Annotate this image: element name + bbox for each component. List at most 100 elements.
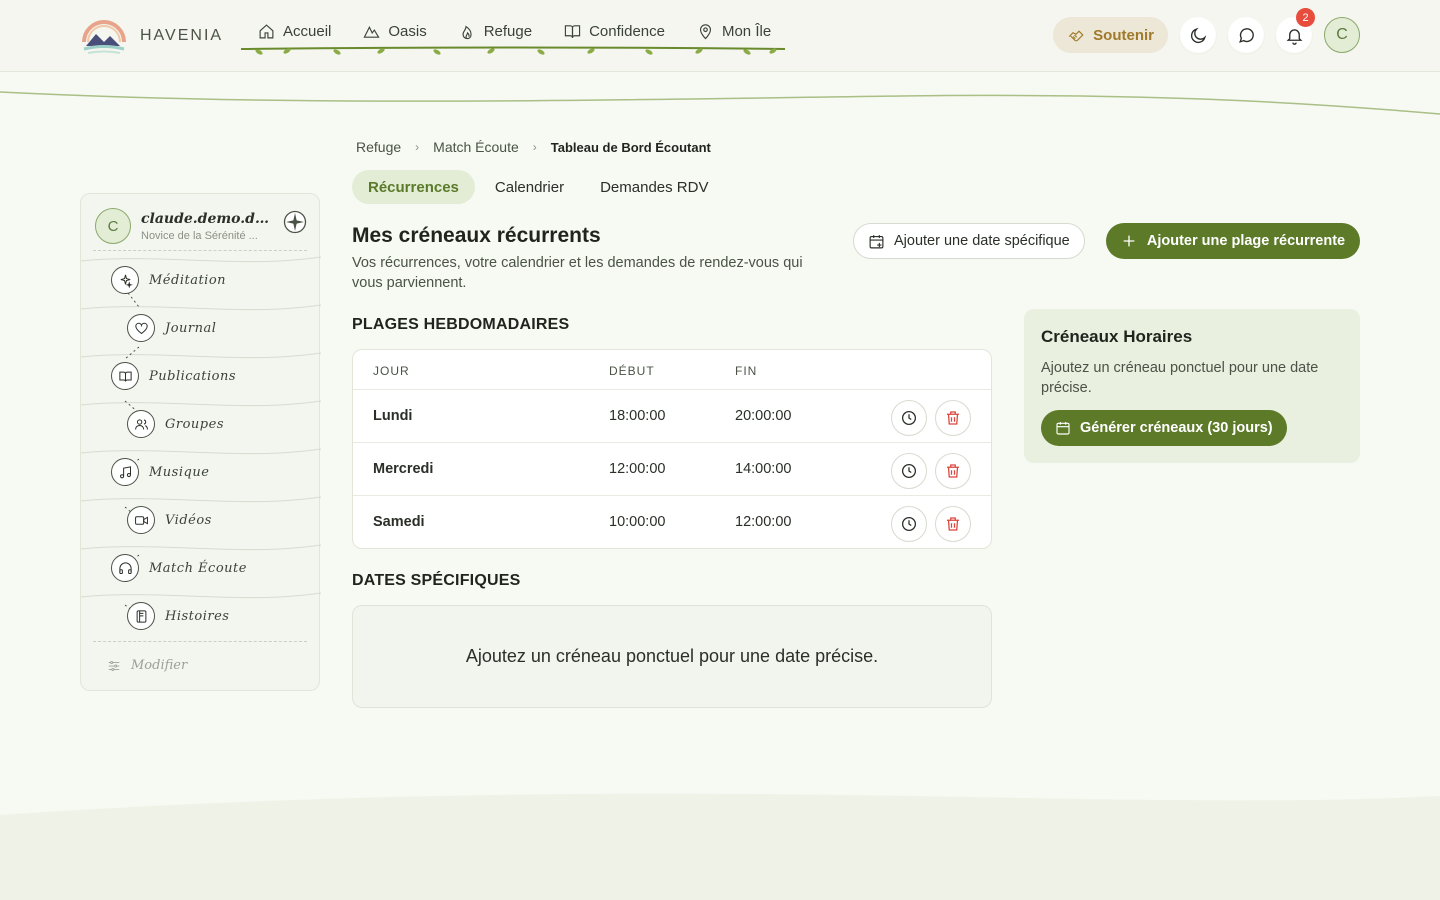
modify-label: Modifier — [131, 658, 188, 673]
heart-icon — [127, 314, 155, 342]
nav-item-label: Oasis — [388, 22, 427, 40]
users-icon — [127, 410, 155, 438]
avatar: C — [95, 208, 131, 244]
brand-name: HAVENIA — [140, 27, 224, 44]
add-specific-date-label: Ajouter une date spécifique — [894, 233, 1070, 249]
havenia-logo-icon — [82, 20, 126, 54]
sidebar-item-label: Match Écoute — [149, 560, 247, 576]
page-description: Vos récurrences, votre calendrier et les… — [352, 255, 803, 291]
weekly-slots-table: JOUR DÉBUT FIN Lundi 18:00:00 20:00:00 M… — [352, 349, 992, 549]
clock-icon — [901, 410, 917, 426]
sidebar-item-meditation[interactable]: Méditation — [111, 266, 226, 294]
add-specific-date-button[interactable]: Ajouter une date spécifique — [853, 223, 1085, 259]
support-button[interactable]: Soutenir — [1053, 17, 1168, 53]
nav-item-label: Refuge — [483, 22, 533, 40]
plus-icon — [1123, 235, 1135, 247]
table-row: Mercredi 12:00:00 14:00:00 — [353, 443, 991, 496]
delete-slot-button[interactable] — [935, 506, 971, 542]
dashboard-tabs: Récurrences Calendrier Demandes RDV — [352, 170, 724, 204]
headphones-icon — [111, 554, 139, 582]
nav-item-label: Confidence — [589, 22, 665, 40]
row-start: 18:00:00 — [609, 408, 666, 424]
compass-icon[interactable] — [283, 210, 307, 234]
card-title: Créneaux Horaires — [1041, 327, 1193, 346]
tab-recurrences[interactable]: Récurrences — [352, 170, 475, 204]
nav-item-confidence[interactable]: Confidence — [548, 18, 681, 44]
notebook-icon — [127, 602, 155, 630]
edit-time-button[interactable] — [891, 453, 927, 489]
theme-toggle-button[interactable] — [1180, 17, 1216, 53]
sidebar-item-label: Journal — [165, 320, 217, 336]
column-header-start: DÉBUT — [609, 364, 655, 378]
footer-wave-decoration — [0, 793, 1440, 900]
sidebar-profile[interactable]: C claude.demo.des... Novice de la Séréni… — [95, 204, 307, 248]
delete-slot-button[interactable] — [935, 453, 971, 489]
sparkles-icon — [111, 266, 139, 294]
header-wave-decoration — [0, 91, 1440, 115]
sidebar-divider — [93, 641, 307, 642]
sliders-icon — [108, 660, 120, 671]
time-slots-card: Créneaux Horaires Ajoutez un créneau pon… — [1024, 309, 1360, 463]
generate-slots-button[interactable]: Générer créneaux (30 jours) — [1041, 410, 1287, 446]
calendar-plus-icon — [869, 234, 884, 248]
sidebar-item-videos[interactable]: Vidéos — [127, 506, 212, 534]
sidebar-item-musique[interactable]: Musique — [111, 458, 209, 486]
messages-button[interactable] — [1228, 17, 1264, 53]
nav-item-oasis[interactable]: Oasis — [347, 18, 442, 44]
clock-icon — [901, 463, 917, 479]
breadcrumb-item-match-ecoute[interactable]: Match Écoute — [433, 139, 519, 155]
top-navigation-bar: HAVENIA Accueil Oasis Refuge Confidence … — [0, 0, 1440, 72]
sidebar-item-label: Groupes — [165, 416, 224, 432]
nav-item-mon-ile[interactable]: Mon Île — [681, 18, 787, 44]
nav-vine-decoration — [241, 46, 785, 55]
sidebar-item-histoires[interactable]: Histoires — [127, 602, 229, 630]
music-icon — [111, 458, 139, 486]
trash-icon — [947, 517, 959, 531]
notifications-button[interactable]: 2 — [1276, 8, 1315, 53]
sidebar-item-label: Musique — [149, 464, 210, 480]
support-label: Soutenir — [1093, 26, 1154, 44]
message-circle-icon — [1238, 27, 1254, 43]
add-recurring-label: Ajouter une plage récurrente — [1146, 233, 1346, 249]
specific-dates-title: DATES SPÉCIFIQUES — [352, 572, 521, 589]
profile-level: Novice de la Sérénité ... — [141, 229, 258, 242]
breadcrumb: Refuge › Match Écoute › Tableau de Bord … — [356, 139, 711, 155]
notification-count-badge: 2 — [1296, 8, 1315, 27]
sidebar-item-groupes[interactable]: Groupes — [127, 410, 224, 438]
calendar-icon — [1056, 422, 1070, 435]
chevron-right-icon: › — [532, 140, 537, 154]
sidebar: C claude.demo.des... Novice de la Séréni… — [80, 193, 321, 691]
column-header-end: FIN — [735, 364, 758, 378]
sidebar-item-match-ecoute[interactable]: Match Écoute — [111, 554, 247, 582]
row-day: Lundi — [373, 408, 413, 424]
delete-slot-button[interactable] — [935, 400, 971, 436]
mountain-icon — [363, 25, 380, 38]
moon-icon — [1190, 27, 1206, 43]
edit-time-button[interactable] — [891, 400, 927, 436]
video-icon — [127, 506, 155, 534]
row-day: Mercredi — [373, 461, 434, 477]
add-recurring-slot-button[interactable]: Ajouter une plage récurrente — [1106, 223, 1360, 259]
table-header: JOUR DÉBUT FIN — [353, 350, 991, 390]
brand-logo[interactable]: HAVENIA — [80, 16, 223, 56]
edit-time-button[interactable] — [891, 506, 927, 542]
sidebar-item-journal[interactable]: Journal — [127, 314, 216, 342]
breadcrumb-item-refuge[interactable]: Refuge — [356, 139, 401, 155]
column-header-day: JOUR — [373, 364, 410, 378]
nav-item-accueil[interactable]: Accueil — [242, 18, 347, 44]
row-end: 20:00:00 — [735, 408, 792, 424]
nav-item-refuge[interactable]: Refuge — [443, 18, 548, 44]
user-avatar[interactable]: C — [1324, 17, 1360, 53]
flame-icon — [462, 24, 472, 39]
sidebar-item-label: Vidéos — [165, 512, 212, 528]
sidebar-modify-button[interactable]: Modifier — [107, 658, 187, 673]
handshake-icon — [1068, 30, 1084, 42]
sidebar-item-label: Histoires — [165, 608, 230, 624]
generate-slots-label: Générer créneaux (30 jours) — [1080, 420, 1273, 436]
tab-demandes-rdv[interactable]: Demandes RDV — [584, 170, 724, 204]
bell-icon — [1286, 28, 1302, 45]
book-icon — [564, 24, 581, 38]
tab-calendrier[interactable]: Calendrier — [479, 170, 580, 204]
header-actions: Soutenir 2 C — [1053, 8, 1360, 53]
sidebar-item-publications[interactable]: Publications — [111, 362, 236, 390]
